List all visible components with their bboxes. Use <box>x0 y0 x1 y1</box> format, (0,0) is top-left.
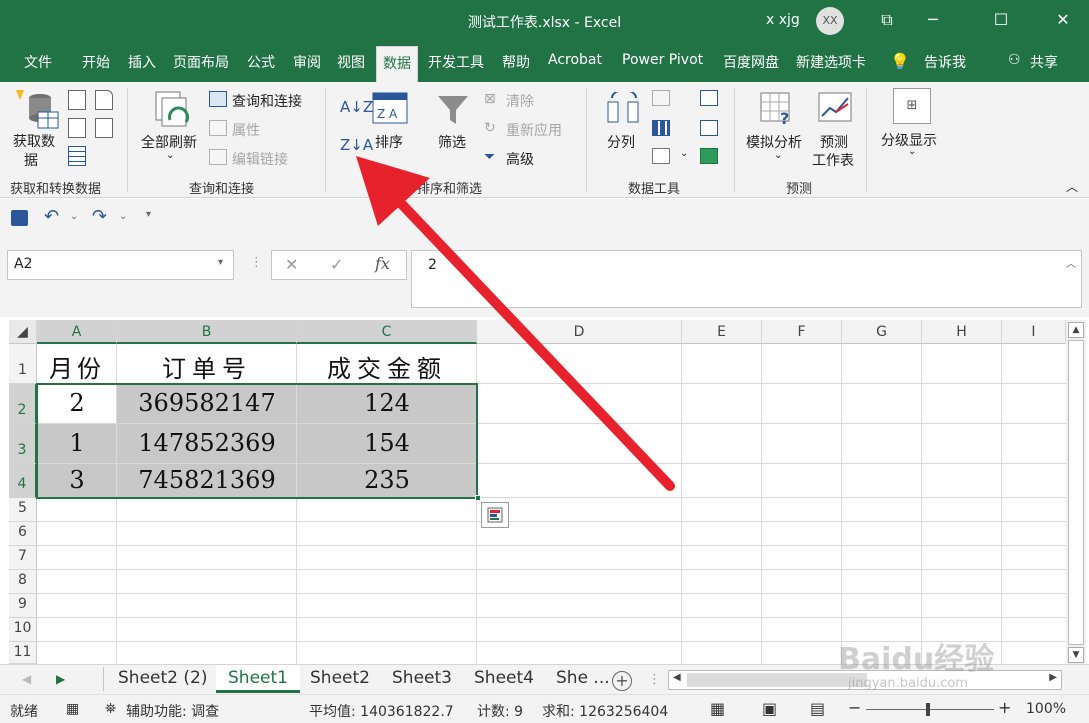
red-arrow-annotation <box>356 156 675 491</box>
excel-window: 测试工作表.xlsx - Excel x xjg XX ⧉ ─ ☐ ✕ 文件 开… <box>0 0 1089 723</box>
